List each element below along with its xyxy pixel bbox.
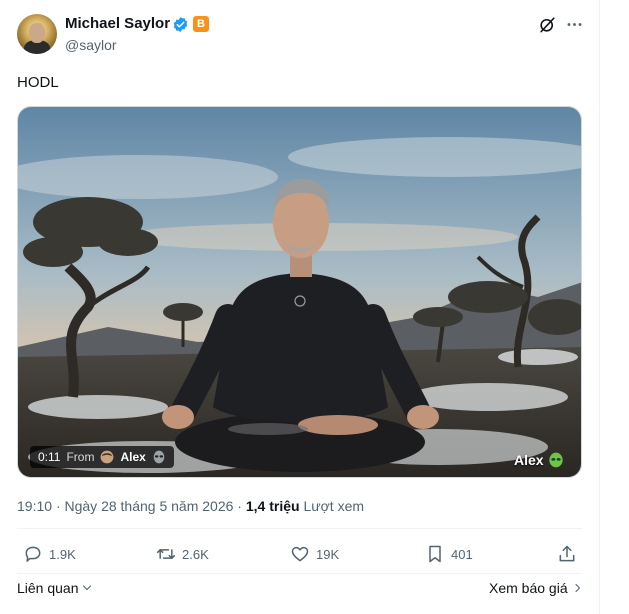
bookmark-count: 401	[451, 546, 473, 562]
watermark-text: Alex	[514, 452, 544, 468]
tweet-time[interactable]: 19:10	[17, 498, 52, 514]
video-player[interactable]	[17, 106, 582, 478]
video-duration: 0:11	[38, 450, 61, 464]
tweet-detail: Michael Saylor B @saylor HODL 0:11 From …	[0, 0, 629, 614]
meta-separator: ·	[237, 498, 242, 514]
meta-separator: ·	[55, 498, 61, 514]
divider	[17, 573, 582, 574]
bookmark-button[interactable]: 401	[425, 544, 473, 564]
repost-icon	[156, 549, 176, 559]
author-handle[interactable]: @saylor	[65, 37, 117, 53]
source-avatar-icon	[101, 450, 114, 464]
views-count: 1,4 triệu	[245, 498, 300, 514]
grok-icon[interactable]	[538, 15, 557, 34]
chevron-down-icon	[82, 585, 91, 591]
more-options-icon[interactable]	[565, 15, 584, 34]
divider	[17, 528, 582, 529]
repost-button[interactable]: 2.6K	[156, 544, 209, 564]
column-divider	[599, 0, 600, 614]
video-duration-badge[interactable]: 0:11 From Alex	[30, 446, 174, 468]
quotes-label: Xem báo giá	[489, 580, 568, 596]
video-watermark: Alex	[514, 452, 564, 468]
tweet-text: HODL	[17, 74, 59, 91]
alien-icon	[153, 450, 165, 464]
heart-icon	[291, 546, 309, 562]
bookmark-icon	[429, 545, 441, 563]
related-label: Liên quan	[17, 580, 79, 596]
related-button[interactable]: Liên quan	[17, 580, 93, 596]
verified-badge-icon	[173, 17, 188, 32]
video-frame	[18, 107, 581, 477]
tweet-date[interactable]: Ngày 28 tháng 5 năm 2026	[65, 498, 234, 514]
video-source-name[interactable]: Alex	[120, 446, 145, 468]
bitcoin-badge-icon[interactable]: B	[193, 16, 209, 32]
reply-count: 1.9K	[49, 546, 76, 562]
watermark-alien-icon	[548, 452, 563, 468]
avatar-face	[29, 23, 45, 43]
views-label: Lượt xem	[303, 498, 365, 514]
share-button[interactable]	[557, 544, 577, 564]
like-count: 19K	[316, 546, 340, 562]
avatar[interactable]	[17, 14, 57, 54]
repost-count: 2.6K	[182, 546, 209, 562]
chevron-right-icon	[575, 583, 580, 593]
author-name[interactable]: Michael Saylor	[65, 15, 170, 32]
reply-button[interactable]: 1.9K	[23, 544, 76, 564]
video-source-label: From	[66, 450, 95, 464]
tweet-meta: 19:10 · Ngày 28 tháng 5 năm 2026 · 1,4 t…	[17, 498, 364, 514]
share-icon	[559, 545, 575, 562]
view-quotes-button[interactable]: Xem báo giá	[489, 580, 584, 596]
reply-icon	[25, 546, 41, 562]
like-button[interactable]: 19K	[290, 544, 339, 564]
